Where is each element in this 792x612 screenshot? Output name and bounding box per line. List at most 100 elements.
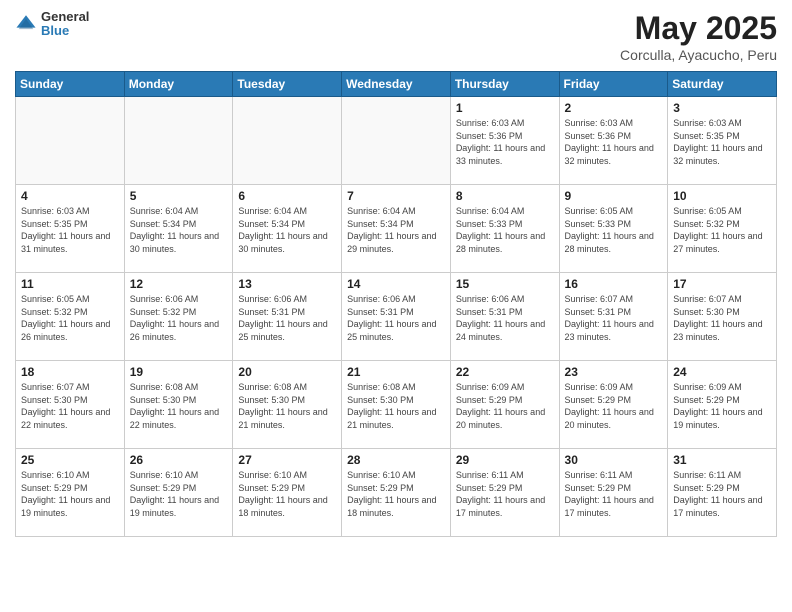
weekday-header-thursday: Thursday <box>450 72 559 97</box>
calendar-cell: 20Sunrise: 6:08 AM Sunset: 5:30 PM Dayli… <box>233 361 342 449</box>
calendar-table: SundayMondayTuesdayWednesdayThursdayFrid… <box>15 71 777 537</box>
day-info: Sunrise: 6:03 AM Sunset: 5:36 PM Dayligh… <box>456 117 554 167</box>
calendar-cell: 6 Sunrise: 6:04 AM Sunset: 5:34 PM Daylig… <box>233 185 342 273</box>
day-info: Sunrise: 6:07 AM Sunset: 5:31 PM Dayligh… <box>565 293 663 343</box>
calendar-cell: 5 Sunrise: 6:04 AM Sunset: 5:34 PM Daylig… <box>124 185 233 273</box>
calendar-cell: 16 Sunrise: 6:07 AM Sunset: 5:31 PM Dayli… <box>559 273 668 361</box>
calendar-cell: 23 Sunrise: 6:09 AM Sunset: 5:29 PM Dayli… <box>559 361 668 449</box>
day-info: Sunrise: 6:07 AM Sunset: 5:30 PM Dayligh… <box>21 381 119 431</box>
day-info: Sunrise: 6:08 AM Sunset: 5:30 PM Dayligh… <box>130 381 228 431</box>
day-info: Sunrise: 6:10 AM Sunset: 5:29 PM Dayligh… <box>130 469 228 519</box>
calendar-cell: 19 Sunrise: 6:08 AM Sunset: 5:30 PM Dayli… <box>124 361 233 449</box>
calendar-cell <box>342 97 451 185</box>
calendar-cell: 8Sunrise: 6:04 AM Sunset: 5:33 PM Daylig… <box>450 185 559 273</box>
calendar-cell: 22 Sunrise: 6:09 AM Sunset: 5:29 PM Dayli… <box>450 361 559 449</box>
calendar-cell: 10 Sunrise: 6:05 AM Sunset: 5:32 PM Dayli… <box>668 185 777 273</box>
day-info: Sunrise: 6:09 AM Sunset: 5:29 PM Dayligh… <box>565 381 663 431</box>
calendar-cell: 13 Sunrise: 6:06 AM Sunset: 5:31 PM Dayli… <box>233 273 342 361</box>
day-number: 24 <box>673 365 771 379</box>
day-info: Sunrise: 6:11 AM Sunset: 5:29 PM Dayligh… <box>673 469 771 519</box>
logo-text: General Blue <box>41 10 89 39</box>
week-row-2: 4 Sunrise: 6:03 AM Sunset: 5:35 PM Daylig… <box>16 185 777 273</box>
weekday-header-wednesday: Wednesday <box>342 72 451 97</box>
week-row-3: 11 Sunrise: 6:05 AM Sunset: 5:32 PM Dayli… <box>16 273 777 361</box>
day-info: Sunrise: 6:05 AM Sunset: 5:33 PM Dayligh… <box>565 205 663 255</box>
day-number: 29 <box>456 453 554 467</box>
logo: General Blue <box>15 10 89 39</box>
calendar-cell: 4 Sunrise: 6:03 AM Sunset: 5:35 PM Daylig… <box>16 185 125 273</box>
calendar-cell: 31 Sunrise: 6:11 AM Sunset: 5:29 PM Dayli… <box>668 449 777 537</box>
day-number: 19 <box>130 365 228 379</box>
day-info: Sunrise: 6:07 AM Sunset: 5:30 PM Dayligh… <box>673 293 771 343</box>
day-number: 25 <box>21 453 119 467</box>
day-number: 14 <box>347 277 445 291</box>
day-number: 26 <box>130 453 228 467</box>
weekday-header-friday: Friday <box>559 72 668 97</box>
day-info: Sunrise: 6:04 AM Sunset: 5:34 PM Dayligh… <box>130 205 228 255</box>
day-number: 10 <box>673 189 771 203</box>
calendar-cell: 28 Sunrise: 6:10 AM Sunset: 5:29 PM Dayli… <box>342 449 451 537</box>
day-number: 5 <box>130 189 228 203</box>
day-number: 31 <box>673 453 771 467</box>
day-info: Sunrise: 6:04 AM Sunset: 5:33 PM Dayligh… <box>456 205 554 255</box>
logo-line1: General <box>41 10 89 24</box>
calendar-cell: 29Sunrise: 6:11 AM Sunset: 5:29 PM Dayli… <box>450 449 559 537</box>
calendar-cell <box>16 97 125 185</box>
day-info: Sunrise: 6:06 AM Sunset: 5:32 PM Dayligh… <box>130 293 228 343</box>
calendar-cell: 24 Sunrise: 6:09 AM Sunset: 5:29 PM Dayli… <box>668 361 777 449</box>
weekday-header-monday: Monday <box>124 72 233 97</box>
calendar-cell: 14Sunrise: 6:06 AM Sunset: 5:31 PM Dayli… <box>342 273 451 361</box>
title-area: May 2025 Corculla, Ayacucho, Peru <box>620 10 777 63</box>
calendar-cell: 17Sunrise: 6:07 AM Sunset: 5:30 PM Dayli… <box>668 273 777 361</box>
day-info: Sunrise: 6:10 AM Sunset: 5:29 PM Dayligh… <box>347 469 445 519</box>
day-info: Sunrise: 6:05 AM Sunset: 5:32 PM Dayligh… <box>21 293 119 343</box>
weekday-header-saturday: Saturday <box>668 72 777 97</box>
weekday-header-tuesday: Tuesday <box>233 72 342 97</box>
day-number: 6 <box>238 189 336 203</box>
day-info: Sunrise: 6:10 AM Sunset: 5:29 PM Dayligh… <box>21 469 119 519</box>
calendar-cell: 11 Sunrise: 6:05 AM Sunset: 5:32 PM Dayli… <box>16 273 125 361</box>
day-number: 22 <box>456 365 554 379</box>
day-info: Sunrise: 6:03 AM Sunset: 5:35 PM Dayligh… <box>673 117 771 167</box>
day-number: 2 <box>565 101 663 115</box>
day-info: Sunrise: 6:08 AM Sunset: 5:30 PM Dayligh… <box>238 381 336 431</box>
day-info: Sunrise: 6:03 AM Sunset: 5:35 PM Dayligh… <box>21 205 119 255</box>
day-number: 11 <box>21 277 119 291</box>
day-info: Sunrise: 6:04 AM Sunset: 5:34 PM Dayligh… <box>238 205 336 255</box>
calendar-cell: 9 Sunrise: 6:05 AM Sunset: 5:33 PM Daylig… <box>559 185 668 273</box>
day-info: Sunrise: 6:05 AM Sunset: 5:32 PM Dayligh… <box>673 205 771 255</box>
month-title: May 2025 <box>620 10 777 47</box>
location-subtitle: Corculla, Ayacucho, Peru <box>620 47 777 63</box>
day-number: 30 <box>565 453 663 467</box>
calendar-cell: 25 Sunrise: 6:10 AM Sunset: 5:29 PM Dayli… <box>16 449 125 537</box>
weekday-header-sunday: Sunday <box>16 72 125 97</box>
calendar-cell: 3 Sunrise: 6:03 AM Sunset: 5:35 PM Daylig… <box>668 97 777 185</box>
day-number: 28 <box>347 453 445 467</box>
day-number: 3 <box>673 101 771 115</box>
calendar-cell: 30Sunrise: 6:11 AM Sunset: 5:29 PM Dayli… <box>559 449 668 537</box>
day-number: 16 <box>565 277 663 291</box>
logo-icon <box>15 13 37 35</box>
day-number: 15 <box>456 277 554 291</box>
day-number: 4 <box>21 189 119 203</box>
logo-line2: Blue <box>41 24 89 38</box>
day-info: Sunrise: 6:09 AM Sunset: 5:29 PM Dayligh… <box>456 381 554 431</box>
calendar-cell: 18 Sunrise: 6:07 AM Sunset: 5:30 PM Dayli… <box>16 361 125 449</box>
week-row-4: 18 Sunrise: 6:07 AM Sunset: 5:30 PM Dayli… <box>16 361 777 449</box>
day-info: Sunrise: 6:10 AM Sunset: 5:29 PM Dayligh… <box>238 469 336 519</box>
day-info: Sunrise: 6:04 AM Sunset: 5:34 PM Dayligh… <box>347 205 445 255</box>
day-info: Sunrise: 6:09 AM Sunset: 5:29 PM Dayligh… <box>673 381 771 431</box>
day-info: Sunrise: 6:06 AM Sunset: 5:31 PM Dayligh… <box>238 293 336 343</box>
day-info: Sunrise: 6:06 AM Sunset: 5:31 PM Dayligh… <box>456 293 554 343</box>
calendar-cell: 26 Sunrise: 6:10 AM Sunset: 5:29 PM Dayli… <box>124 449 233 537</box>
calendar-cell: 21Sunrise: 6:08 AM Sunset: 5:30 PM Dayli… <box>342 361 451 449</box>
day-number: 9 <box>565 189 663 203</box>
day-number: 1 <box>456 101 554 115</box>
calendar-cell: 12Sunrise: 6:06 AM Sunset: 5:32 PM Dayli… <box>124 273 233 361</box>
day-number: 23 <box>565 365 663 379</box>
week-row-1: 1 Sunrise: 6:03 AM Sunset: 5:36 PM Daylig… <box>16 97 777 185</box>
day-number: 18 <box>21 365 119 379</box>
calendar-cell: 1 Sunrise: 6:03 AM Sunset: 5:36 PM Daylig… <box>450 97 559 185</box>
day-number: 13 <box>238 277 336 291</box>
week-row-5: 25 Sunrise: 6:10 AM Sunset: 5:29 PM Dayli… <box>16 449 777 537</box>
